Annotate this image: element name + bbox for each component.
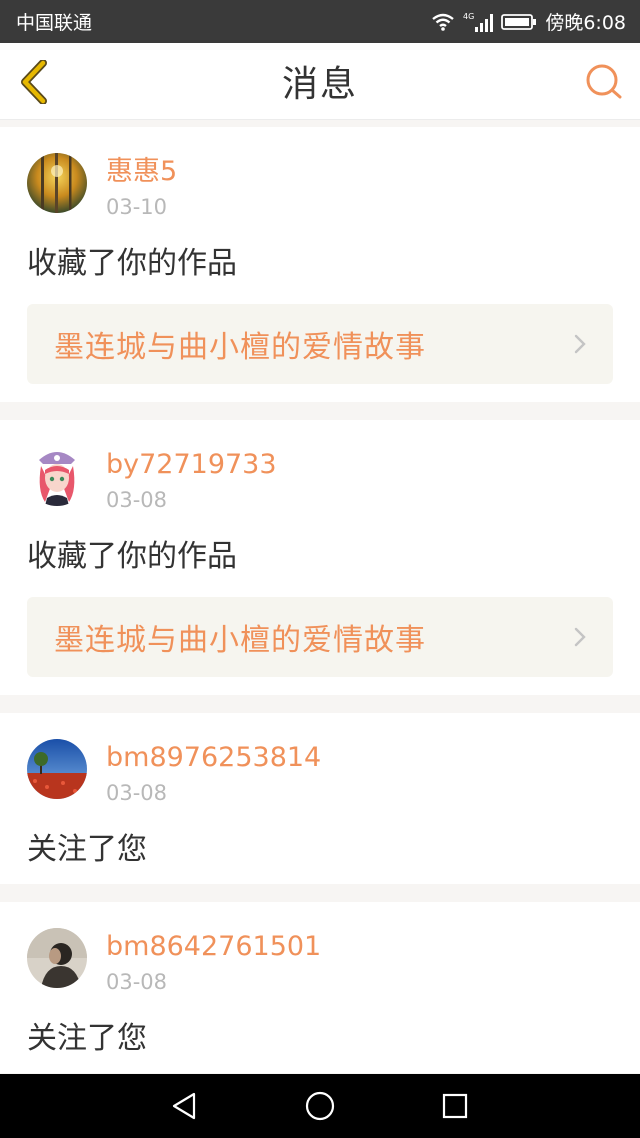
action-text: 收藏了你的作品 <box>27 539 237 574</box>
chevron-left-icon <box>21 60 47 104</box>
action-text: 关注了您 <box>27 1021 147 1056</box>
nav-home-button[interactable] <box>300 1086 340 1126</box>
circle-home-icon <box>305 1091 335 1121</box>
status-bar: 中国联通 4G 傍晚6:08 <box>0 0 640 43</box>
triangle-back-icon <box>173 1092 196 1120</box>
battery-icon <box>501 13 537 31</box>
chevron-right-icon <box>573 332 587 356</box>
message-card: 惠惠5 03-10 收藏了你的作品 墨连城与曲小檀的爱情故事 <box>0 127 640 402</box>
square-recents-icon <box>442 1093 467 1119</box>
message-meta: by72719733 03-08 <box>106 446 277 513</box>
status-icons: 4G 傍晚6:08 <box>431 8 626 35</box>
action-text: 收藏了你的作品 <box>27 246 237 281</box>
work-link[interactable]: 墨连城与曲小檀的爱情故事 <box>27 597 613 677</box>
work-link[interactable]: 墨连城与曲小檀的爱情故事 <box>27 304 613 384</box>
chevron-right-icon <box>573 625 587 649</box>
phone-screen: 中国联通 4G 傍晚6:08 消息 惠惠5 03-10 收藏了你的作品 墨连城与… <box>0 0 640 1138</box>
signal-icon: 4G <box>463 11 494 33</box>
message-list: 惠惠5 03-10 收藏了你的作品 墨连城与曲小檀的爱情故事 by7271973… <box>0 127 640 1091</box>
message-date: 03-08 <box>106 488 168 512</box>
message-date: 03-08 <box>106 970 168 994</box>
message-card: by72719733 03-08 收藏了你的作品 墨连城与曲小檀的爱情故事 <box>0 420 640 695</box>
username-link[interactable]: by72719733 <box>106 450 277 480</box>
message-header: bm8976253814 03-08 <box>27 739 613 805</box>
work-title: 墨连城与曲小檀的爱情故事 <box>54 330 426 365</box>
message-header: bm8642761501 03-08 <box>27 928 613 994</box>
message-card: bm8976253814 03-08 关注了您 <box>0 713 640 884</box>
status-time: 傍晚6:08 <box>545 12 626 34</box>
username-link[interactable]: 惠惠5 <box>106 157 177 187</box>
message-meta: 惠惠5 03-10 <box>106 153 177 220</box>
person-photo-avatar <box>27 928 87 988</box>
autumn-forest-avatar <box>27 153 87 213</box>
message-header: by72719733 03-08 <box>27 446 613 512</box>
nav-back-button[interactable] <box>165 1086 205 1126</box>
back-button[interactable] <box>16 59 52 105</box>
system-nav-bar <box>0 1074 640 1138</box>
search-button[interactable] <box>584 62 624 102</box>
message-date: 03-08 <box>106 781 168 805</box>
poppy-field-avatar <box>27 739 87 799</box>
message-card: bm8642761501 03-08 关注了您 <box>0 902 640 1073</box>
work-title: 墨连城与曲小檀的爱情故事 <box>54 623 426 658</box>
message-meta: bm8642761501 03-08 <box>106 928 321 995</box>
avatar[interactable] <box>27 739 87 799</box>
username-link[interactable]: bm8976253814 <box>106 743 321 773</box>
network-type-label: 4G <box>463 12 474 21</box>
wifi-icon <box>431 13 455 31</box>
message-meta: bm8976253814 03-08 <box>106 739 321 806</box>
anime-girl-avatar <box>27 446 87 506</box>
message-date: 03-10 <box>106 195 168 219</box>
nav-recents-button[interactable] <box>435 1086 475 1126</box>
carrier-name: 中国联通 <box>16 12 93 34</box>
avatar[interactable] <box>27 446 87 506</box>
message-header: 惠惠5 03-10 <box>27 153 613 219</box>
page-title: 消息 <box>281 64 358 105</box>
search-icon <box>586 64 622 99</box>
page-header: 消息 <box>0 43 640 120</box>
avatar[interactable] <box>27 153 87 213</box>
action-text: 关注了您 <box>27 832 147 867</box>
username-link[interactable]: bm8642761501 <box>106 932 321 962</box>
avatar[interactable] <box>27 928 87 988</box>
